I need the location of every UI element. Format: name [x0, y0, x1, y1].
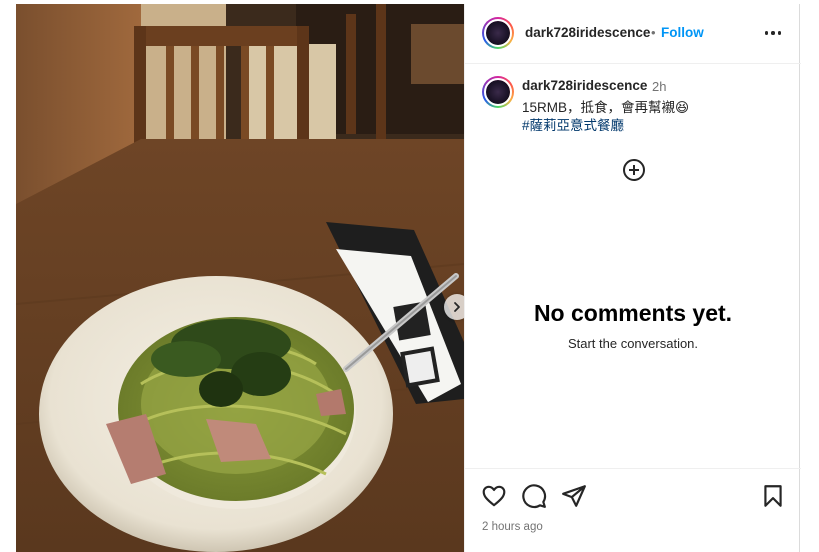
comment-button[interactable]	[521, 483, 547, 509]
post-photo[interactable]	[16, 4, 464, 552]
save-button[interactable]	[760, 483, 786, 509]
author-username[interactable]: dark728iridescence	[525, 25, 650, 40]
no-comments-subtitle: Start the conversation.	[567, 336, 699, 351]
bookmark-icon	[764, 485, 782, 507]
like-button[interactable]	[481, 483, 507, 509]
separator-dot: •	[651, 25, 656, 40]
author-avatar[interactable]	[482, 17, 514, 49]
caption-hashtag[interactable]: #薩莉亞意式餐廳	[522, 114, 624, 134]
caption-text: 15RMB，抵食，會再幫襯😆	[522, 100, 690, 115]
food-photo-illustration	[16, 4, 464, 552]
caption-username[interactable]: dark728iridescence	[522, 78, 647, 93]
share-button[interactable]	[561, 483, 587, 509]
chevron-right-icon	[454, 302, 460, 312]
post-sidebar: dark728iridescence • Follow dark728iride…	[464, 4, 801, 552]
caption-avatar[interactable]	[482, 76, 514, 108]
instagram-post-view: dark728iridescence • Follow dark728iride…	[0, 0, 819, 552]
post-header: dark728iridescence • Follow	[465, 4, 801, 64]
caption-timestamp[interactable]: 2h	[652, 79, 666, 94]
no-comments-title: No comments yet.	[533, 300, 733, 326]
heart-icon	[482, 485, 506, 507]
action-bar: 2 hours ago	[465, 468, 801, 552]
add-comment-button[interactable]	[622, 158, 646, 182]
more-horizontal-icon	[764, 31, 769, 35]
send-icon	[562, 485, 586, 507]
next-photo-button[interactable]	[444, 294, 464, 320]
add-circle-icon	[623, 159, 645, 181]
comment-icon	[522, 484, 547, 509]
follow-button[interactable]: Follow	[661, 25, 704, 40]
more-options-button[interactable]	[761, 24, 785, 42]
post-timestamp[interactable]: 2 hours ago	[482, 521, 543, 533]
